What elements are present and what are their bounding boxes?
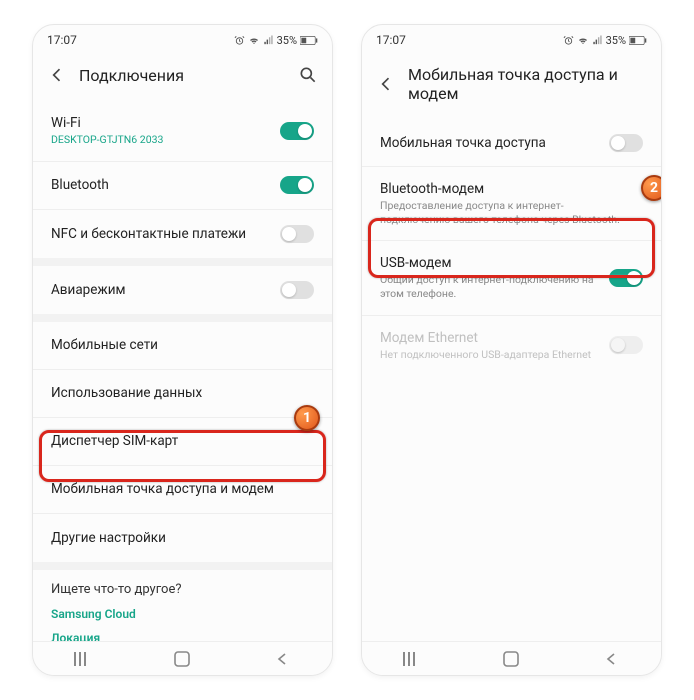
row-bluetooth[interactable]: Bluetooth xyxy=(33,162,332,210)
footer-title: Ищете что-то другое? xyxy=(51,582,314,597)
row-bluetooth-tether[interactable]: Bluetooth-модем Предоставление доступа к… xyxy=(362,167,661,241)
row-sub: Предоставление доступа к интернет-подклю… xyxy=(380,199,621,226)
row-airplane[interactable]: Авиарежим xyxy=(33,266,332,314)
toggle-nfc[interactable] xyxy=(280,225,314,243)
toggle-usb[interactable] xyxy=(609,269,643,287)
battery-icon xyxy=(300,35,318,46)
row-label: Модем Ethernet xyxy=(380,330,609,346)
header: Мобильная точка доступа и модем xyxy=(362,55,661,119)
row-label: Использование данных xyxy=(51,385,314,401)
row-sub: Общий доступ к интернет-подключению на э… xyxy=(380,273,609,300)
toggle-airplane[interactable] xyxy=(280,281,314,299)
footer-suggestions: Ищете что-то другое? Samsung Cloud Локац… xyxy=(33,570,332,641)
row-mobile-hotspot[interactable]: Мобильная точка доступа xyxy=(362,119,661,167)
row-sub: Нет подключенного USB-адаптера Ethernet xyxy=(380,348,609,362)
nav-recent-icon[interactable] xyxy=(74,650,92,668)
toggle-ethernet xyxy=(609,336,643,354)
page-title: Подключения xyxy=(79,66,286,85)
row-label: Мобильная точка доступа и модем xyxy=(51,481,314,497)
row-nfc[interactable]: NFC и бесконтактные платежи xyxy=(33,210,332,258)
toggle-wifi[interactable] xyxy=(280,122,314,140)
row-wifi[interactable]: Wi-Fi DESKTOP-GTJTN6 2033 xyxy=(33,101,332,162)
row-label: Диспетчер SIM-карт xyxy=(51,433,314,449)
row-mobile-networks[interactable]: Мобильные сети xyxy=(33,322,332,370)
status-right: 35% xyxy=(563,34,647,47)
nav-recent-icon[interactable] xyxy=(403,650,421,668)
footer-link-location[interactable]: Локация xyxy=(51,631,314,641)
status-time: 17:07 xyxy=(376,33,406,47)
wifi-icon xyxy=(248,34,260,46)
battery-icon xyxy=(629,35,647,46)
page-title: Мобильная точка доступа и модем xyxy=(408,65,647,103)
nav-back-icon[interactable] xyxy=(602,650,620,668)
settings-list: Wi-Fi DESKTOP-GTJTN6 2033 Bluetooth NFC … xyxy=(33,101,332,641)
row-label: Другие настройки xyxy=(51,530,314,546)
row-label: Wi-Fi xyxy=(51,115,280,131)
row-sub: DESKTOP-GTJTN6 2033 xyxy=(51,133,280,147)
row-sim-manager[interactable]: Диспетчер SIM-карт xyxy=(33,418,332,466)
settings-list: Мобильная точка доступа Bluetooth-модем … xyxy=(362,119,661,641)
toggle-hotspot[interactable] xyxy=(609,134,643,152)
nav-bar xyxy=(362,641,661,675)
row-hotspot-tethering[interactable]: Мобильная точка доступа и модем xyxy=(33,466,332,514)
status-right: 35% xyxy=(234,34,318,47)
toggle-bluetooth[interactable] xyxy=(280,176,314,194)
signal-icon xyxy=(592,35,603,46)
alarm-icon xyxy=(563,35,574,46)
nav-bar xyxy=(33,641,332,675)
phone-left: 17:07 35% Подключения xyxy=(32,24,333,676)
row-label: Авиарежим xyxy=(51,282,280,298)
row-ethernet-tether: Модем Ethernet Нет подключенного USB-ада… xyxy=(362,316,661,376)
search-icon[interactable] xyxy=(298,65,318,85)
row-label: Мобильные сети xyxy=(51,337,314,353)
phone-right: 17:07 35% Мобильная точка доступа и моде… xyxy=(361,24,662,676)
row-usb-tether[interactable]: USB-модем Общий доступ к интернет-подклю… xyxy=(362,241,661,315)
row-label: Мобильная точка доступа xyxy=(380,135,609,151)
header: Подключения xyxy=(33,55,332,101)
row-label: USB-модем xyxy=(380,255,609,271)
badge-1: 1 xyxy=(294,405,320,431)
battery-text: 35% xyxy=(277,34,297,47)
badge-2: 2 xyxy=(641,175,662,201)
status-bar: 17:07 35% xyxy=(33,25,332,55)
nav-back-icon[interactable] xyxy=(273,650,291,668)
nav-home-icon[interactable] xyxy=(502,650,520,668)
alarm-icon xyxy=(234,35,245,46)
row-data-usage[interactable]: Использование данных xyxy=(33,370,332,418)
status-bar: 17:07 35% xyxy=(362,25,661,55)
footer-link-samsung-cloud[interactable]: Samsung Cloud xyxy=(51,607,314,621)
row-label: Bluetooth-модем xyxy=(380,181,621,197)
wifi-icon xyxy=(577,34,589,46)
status-time: 17:07 xyxy=(47,33,77,47)
nav-home-icon[interactable] xyxy=(173,650,191,668)
row-other-settings[interactable]: Другие настройки xyxy=(33,514,332,562)
battery-text: 35% xyxy=(606,34,626,47)
signal-icon xyxy=(263,35,274,46)
back-icon[interactable] xyxy=(376,74,396,94)
row-label: NFC и бесконтактные платежи xyxy=(51,226,280,242)
back-icon[interactable] xyxy=(47,65,67,85)
row-label: Bluetooth xyxy=(51,177,280,193)
